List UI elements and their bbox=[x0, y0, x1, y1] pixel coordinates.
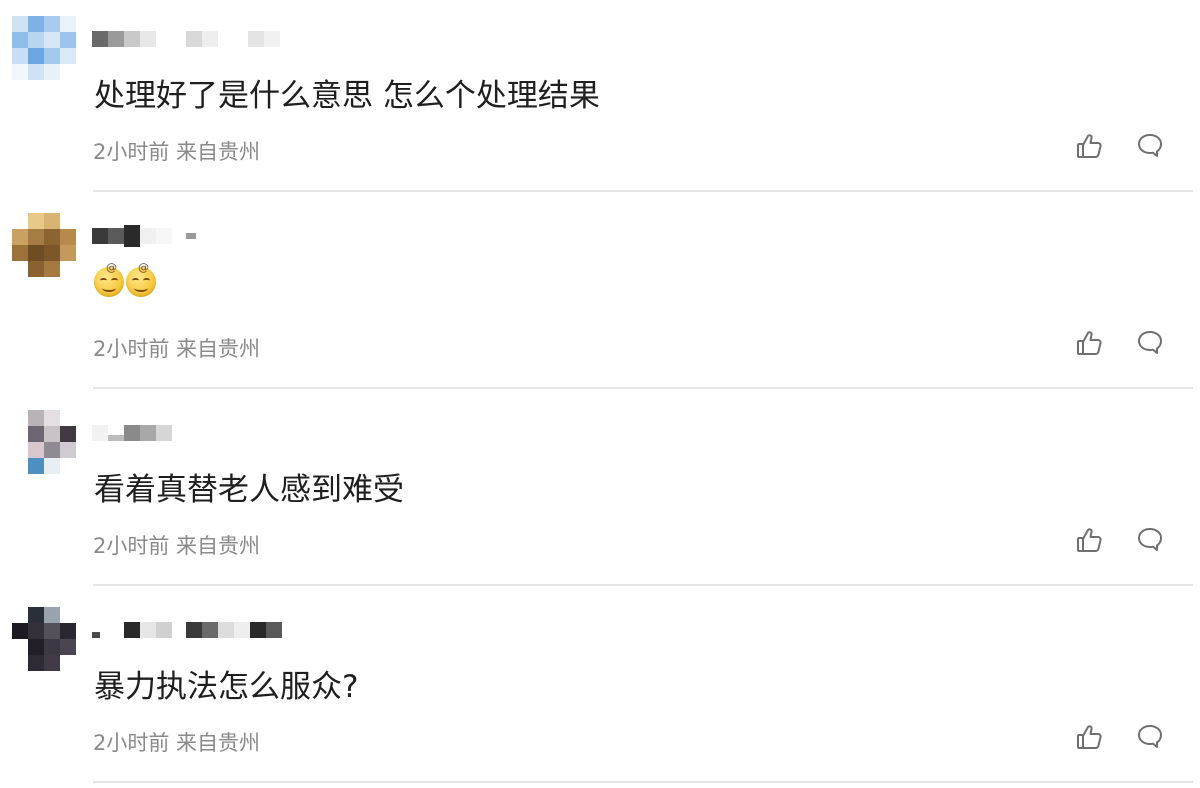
comment-item: @ @ 2小时前 来自贵州 bbox=[0, 197, 1200, 394]
thumbs-up-icon[interactable] bbox=[1074, 328, 1104, 358]
avatar[interactable] bbox=[12, 16, 76, 80]
divider bbox=[93, 584, 1193, 586]
comment-meta: 2小时前 来自贵州 bbox=[93, 731, 261, 755]
dizzy-face-emoji: @ bbox=[94, 261, 124, 297]
emoji-row: @ @ bbox=[94, 261, 156, 297]
thumbs-up-icon[interactable] bbox=[1074, 722, 1104, 752]
username-redacted[interactable] bbox=[92, 416, 172, 450]
avatar[interactable] bbox=[12, 607, 76, 671]
comment-meta: 2小时前 来自贵州 bbox=[93, 534, 261, 558]
avatar[interactable] bbox=[12, 213, 76, 277]
comment-text: 看着真替老人感到难受 bbox=[94, 472, 404, 508]
username-redacted[interactable] bbox=[92, 219, 196, 253]
username-redacted[interactable] bbox=[92, 22, 280, 56]
comment-text: 处理好了是什么意思 怎么个处理结果 bbox=[94, 78, 600, 114]
speech-bubble-icon[interactable] bbox=[1135, 131, 1165, 161]
avatar[interactable] bbox=[12, 410, 76, 474]
speech-bubble-icon[interactable] bbox=[1135, 328, 1165, 358]
divider bbox=[93, 781, 1193, 783]
thumbs-up-icon[interactable] bbox=[1074, 525, 1104, 555]
comment-meta: 2小时前 来自贵州 bbox=[93, 140, 261, 164]
comment-text: 暴力执法怎么服众? bbox=[94, 669, 359, 705]
comment-item: 暴力执法怎么服众? 2小时前 来自贵州 bbox=[0, 591, 1200, 788]
dizzy-face-emoji: @ bbox=[126, 261, 156, 297]
username-redacted[interactable] bbox=[92, 613, 282, 647]
comment-item: 处理好了是什么意思 怎么个处理结果 2小时前 来自贵州 bbox=[0, 0, 1200, 197]
divider bbox=[93, 190, 1193, 192]
speech-bubble-icon[interactable] bbox=[1135, 722, 1165, 752]
comment-item: 看着真替老人感到难受 2小时前 来自贵州 bbox=[0, 394, 1200, 591]
speech-bubble-icon[interactable] bbox=[1135, 525, 1165, 555]
divider bbox=[93, 387, 1193, 389]
comment-meta: 2小时前 来自贵州 bbox=[93, 337, 261, 361]
thumbs-up-icon[interactable] bbox=[1074, 131, 1104, 161]
